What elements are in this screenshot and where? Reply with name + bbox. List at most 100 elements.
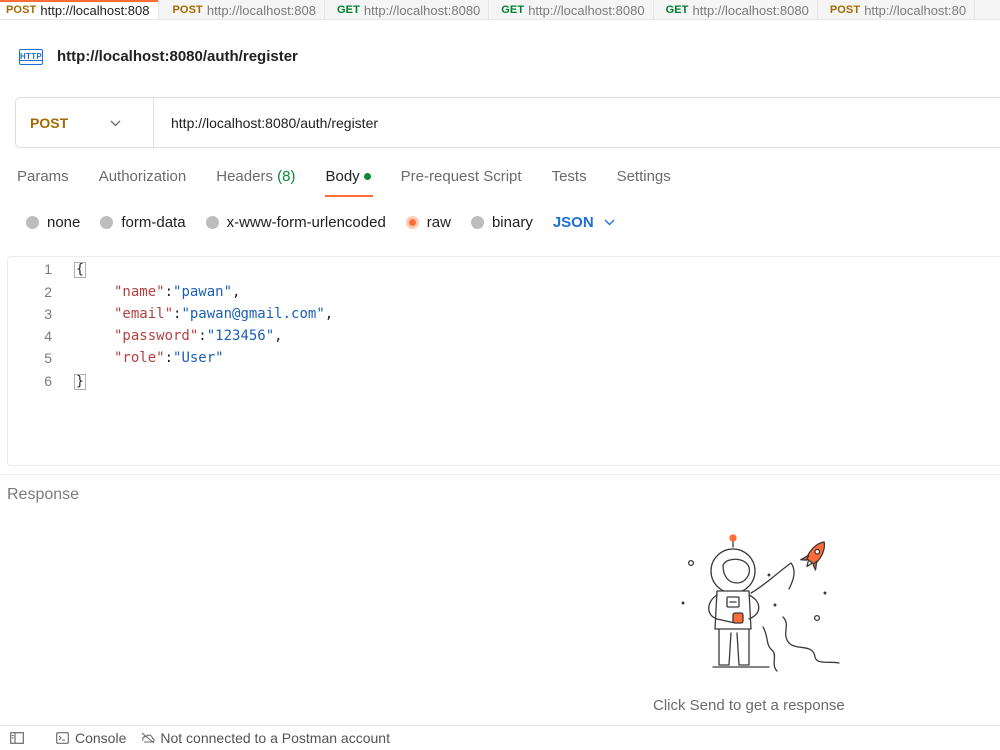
line-number: 1 — [44, 261, 52, 277]
tab-method: POST — [6, 4, 37, 16]
connection-label: Not connected to a Postman account — [160, 730, 390, 746]
radio-label: binary — [491, 213, 533, 231]
language-value: JSON — [552, 213, 594, 231]
sidebar-toggle-icon[interactable] — [10, 732, 24, 744]
console-icon — [56, 732, 69, 744]
tab-url: http://localhost:8080 — [692, 2, 809, 18]
response-hint: Click Send to get a response — [653, 697, 845, 714]
radio-none[interactable]: none — [26, 214, 80, 231]
cloud-off-icon — [140, 732, 156, 744]
close-brace: } — [74, 373, 86, 390]
tab-url: http://localhost:808 — [206, 2, 316, 18]
request-tabs: POST http://localhost:808 POST http://loca… — [0, 0, 1000, 20]
request-subtabs: Params Authorization Headers (8) Body Pr… — [17, 168, 701, 198]
json-value: "User" — [173, 350, 224, 366]
body-editor[interactable]: 1 { 2 "name":"pawan", 3 "email":"pawan@g… — [7, 256, 1000, 466]
request-tab[interactable]: GET http://localhost:8080 — [489, 0, 654, 19]
radio-form-data[interactable]: form-data — [100, 213, 186, 231]
radio-label: x-www-form-urlencoded — [226, 213, 386, 231]
method-value: POST — [30, 114, 69, 131]
request-title[interactable]: http://localhost:8080/auth/register — [57, 48, 298, 65]
tab-url: http://localhost:80 — [864, 2, 967, 18]
radio-circle — [100, 215, 114, 229]
tab-settings[interactable]: Settings — [617, 168, 671, 198]
radio-raw[interactable]: raw — [405, 213, 451, 231]
tab-url: http://localhost:8080 — [363, 2, 481, 18]
radio-label: none — [47, 213, 81, 231]
radio-label: form-data — [121, 213, 186, 231]
tab-method: POST — [829, 4, 861, 16]
connection-status[interactable]: Not connected to a Postman account — [140, 730, 390, 746]
radio-circle — [26, 215, 39, 229]
radio-urlencoded[interactable]: x-www-form-urlencoded — [205, 213, 386, 231]
tab-prerequest-script[interactable]: Pre-request Script — [401, 168, 522, 198]
url-bar: POST http://localhost:8080/auth/register — [15, 97, 1000, 148]
chevron-down-icon — [110, 116, 121, 130]
tab-authorization[interactable]: Authorization — [99, 168, 187, 198]
tab-method: GET — [501, 4, 525, 16]
json-key: "email" — [114, 306, 174, 322]
request-tab[interactable]: GET http://localhost:8080 — [325, 0, 490, 19]
language-select[interactable]: JSON — [553, 214, 615, 231]
tab-method: POST — [172, 4, 203, 16]
method-select[interactable]: POST — [16, 98, 154, 147]
tab-body-label: Body — [325, 168, 360, 185]
code-line: 4 "password":"123456", — [8, 325, 1000, 347]
tab-tests[interactable]: Tests — [552, 168, 587, 198]
code-text: "role":"User" — [114, 350, 224, 366]
code-text: "name":"pawan", — [114, 284, 241, 300]
line-number: 3 — [44, 306, 52, 322]
code-text: { — [74, 261, 86, 278]
http-icon: HTTP — [19, 48, 43, 65]
response-divider[interactable] — [0, 474, 1000, 475]
code-line: 5 "role":"User" — [8, 347, 1000, 369]
json-key: "password" — [114, 328, 199, 344]
code-line: 1 { — [8, 258, 1000, 280]
json-key: "name" — [114, 284, 165, 300]
tab-headers-label: Headers — [216, 168, 273, 185]
console-label: Console — [75, 730, 127, 746]
json-value: "pawan" — [173, 284, 233, 300]
headers-count: (8) — [277, 168, 296, 185]
tab-url: http://localhost:8080 — [528, 2, 645, 18]
code-line: 2 "name":"pawan", — [8, 281, 1000, 303]
chevron-down-icon — [604, 215, 615, 229]
json-value: "123456" — [206, 328, 275, 344]
tab-body[interactable]: Body — [325, 168, 373, 198]
json-trail: , — [324, 306, 334, 322]
url-input[interactable]: http://localhost:8080/auth/register — [154, 115, 378, 131]
code-text: } — [74, 373, 86, 390]
open-brace: { — [74, 261, 86, 278]
request-tab[interactable]: POST http://localhost:80 — [818, 0, 976, 19]
line-number: 2 — [44, 284, 52, 300]
astronaut-rocket-illustration — [665, 533, 845, 675]
request-tab[interactable]: POST http://localhost:808 — [159, 0, 325, 19]
request-title-row: HTTP http://localhost:8080/auth/register — [19, 48, 298, 65]
tab-headers[interactable]: Headers (8) — [216, 168, 295, 198]
radio-circle-selected — [405, 215, 419, 229]
json-trail: , — [274, 328, 283, 344]
code-line: 6 } — [8, 370, 1000, 392]
tab-url: http://localhost:808 — [40, 2, 150, 18]
radio-circle — [470, 215, 484, 229]
json-trail: , — [232, 284, 241, 300]
json-key: "role" — [114, 350, 165, 366]
line-number: 4 — [44, 328, 52, 344]
body-type-options: none form-data x-www-form-urlencoded raw… — [26, 212, 615, 232]
line-number: 5 — [44, 350, 52, 366]
status-bar: Console Not connected to a Postman accou… — [0, 725, 1000, 750]
tab-params[interactable]: Params — [17, 168, 69, 198]
body-indicator-dot — [363, 172, 371, 180]
console-button[interactable]: Console — [56, 730, 126, 746]
json-value: "pawan@gmail.com" — [181, 306, 325, 322]
tab-method: GET — [665, 4, 689, 16]
tab-method: GET — [337, 4, 360, 16]
line-number: 6 — [44, 373, 52, 389]
request-tab[interactable]: POST http://localhost:808 — [0, 0, 159, 19]
code-line: 3 "email":"pawan@gmail.com", — [8, 303, 1000, 325]
request-tab[interactable]: GET http://localhost:8080 — [654, 0, 818, 19]
radio-circle — [205, 215, 219, 229]
radio-binary[interactable]: binary — [470, 213, 533, 231]
code-text: "password":"123456", — [114, 328, 283, 344]
radio-label: raw — [426, 213, 451, 231]
